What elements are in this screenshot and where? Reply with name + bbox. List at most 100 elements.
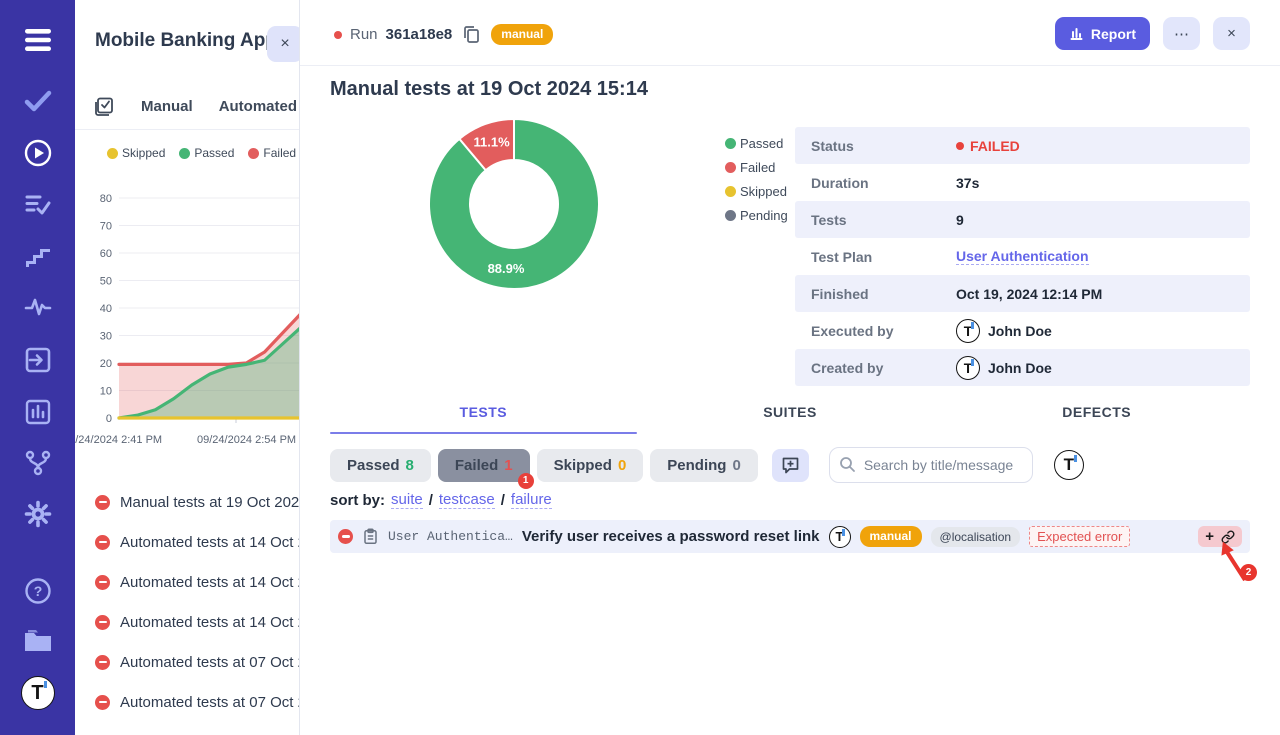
legend-pending[interactable]: Pending — [725, 208, 788, 223]
filter-row: Passed8 Failed1 1 Skipped0 Pending0 T — [330, 447, 1084, 483]
detail-row-test-plan: Test Plan User Authentication — [795, 238, 1250, 275]
avatar: T — [829, 526, 851, 548]
runs-list: Manual tests at 19 Oct 2024 Automated te… — [75, 482, 299, 722]
test-plan-link[interactable]: User Authentication — [956, 248, 1089, 265]
legend-failed[interactable]: Failed — [725, 160, 788, 175]
status-badge: FAILED — [956, 138, 1020, 154]
run-list-item[interactable]: Automated tests at 14 Oct 2024 — [75, 562, 299, 602]
run-list-item[interactable]: Manual tests at 19 Oct 2024 — [75, 482, 299, 522]
detail-row-status: Status FAILED — [795, 127, 1250, 164]
test-tag[interactable]: @localisation — [931, 527, 1021, 547]
run-list-item[interactable]: Automated tests at 14 Oct 2024 — [75, 602, 299, 642]
git-branch-icon[interactable] — [24, 449, 52, 477]
run-list-item[interactable]: Automated tests at 14 Oct 2024 — [75, 522, 299, 562]
passed-dot — [179, 148, 190, 159]
bar-chart-icon[interactable] — [24, 398, 52, 426]
user-avatar[interactable]: T — [1054, 450, 1084, 480]
svg-text:11.1%: 11.1% — [474, 134, 511, 149]
svg-text:?: ? — [33, 583, 42, 599]
menu-icon[interactable] — [23, 27, 53, 53]
expected-error-badge[interactable]: Expected error — [1029, 526, 1130, 547]
test-title[interactable]: Verify user receives a password reset li… — [522, 528, 820, 545]
avatar: T — [956, 356, 980, 380]
legend-passed[interactable]: Passed — [725, 136, 788, 151]
gear-icon[interactable] — [24, 500, 52, 528]
run-list-item[interactable]: Automated tests at 07 Oct 2024 — [75, 642, 299, 682]
run-label: Run — [350, 26, 378, 43]
suite-name[interactable]: User Authentica… — [388, 529, 513, 544]
project-title: Mobile Banking App — [95, 30, 277, 52]
test-row[interactable]: User Authentica… Verify user receives a … — [330, 520, 1250, 553]
section-tabs: TESTS SUITES DEFECTS — [330, 404, 1250, 434]
failed-dot — [248, 148, 259, 159]
steps-icon[interactable] — [24, 243, 52, 269]
tab-automated[interactable]: Automated — [219, 98, 297, 115]
search-input[interactable] — [829, 447, 1033, 483]
sign-in-icon[interactable] — [24, 346, 52, 374]
play-circle-icon[interactable] — [24, 139, 52, 167]
failed-status-icon — [95, 495, 110, 510]
legend-skipped[interactable]: Skipped — [725, 184, 788, 199]
tab-manual[interactable]: Manual — [141, 98, 193, 115]
comment-filter-button[interactable] — [772, 449, 809, 482]
help-circle-icon[interactable]: ? — [24, 577, 52, 605]
legend-failed: Failed — [248, 146, 296, 160]
panel-close-button[interactable]: × — [267, 26, 300, 62]
svg-text:70: 70 — [100, 221, 112, 233]
svg-text:20: 20 — [100, 358, 112, 370]
report-button[interactable]: Report — [1055, 17, 1150, 50]
sort-failure-link[interactable]: failure — [511, 491, 552, 509]
tab-suites[interactable]: SUITES — [637, 404, 944, 434]
copy-icon[interactable] — [460, 25, 483, 44]
testomat-logo[interactable]: T — [21, 676, 55, 710]
run-type-badge: manual — [491, 24, 553, 45]
legend-passed: Passed — [179, 146, 234, 160]
close-run-button[interactable]: × — [1213, 17, 1250, 50]
failed-status-icon — [338, 529, 353, 544]
runs-select-icon[interactable] — [93, 96, 115, 118]
svg-text:88.9%: 88.9% — [488, 261, 525, 276]
svg-text:0: 0 — [106, 413, 112, 425]
svg-text:30: 30 — [100, 331, 112, 343]
list-checks-icon[interactable] — [24, 192, 52, 218]
filter-passed-button[interactable]: Passed8 — [330, 449, 431, 482]
run-meta: Run 361a18e8 manual — [334, 24, 553, 45]
run-header: Run 361a18e8 manual Report ⋯ × — [300, 0, 1280, 66]
detail-row-duration: Duration 37s — [795, 164, 1250, 201]
failed-status-icon — [95, 655, 110, 670]
filter-pending-button[interactable]: Pending0 — [650, 449, 758, 482]
tab-tests[interactable]: TESTS — [330, 404, 637, 434]
detail-row-finished: Finished Oct 19, 2024 12:14 PM — [795, 275, 1250, 312]
sort-testcase-link[interactable]: testcase — [439, 491, 495, 509]
activity-icon[interactable] — [24, 295, 52, 319]
filter-failed-button[interactable]: Failed1 1 — [438, 449, 530, 482]
tab-defects[interactable]: DEFECTS — [943, 404, 1250, 434]
folder-icon[interactable] — [23, 628, 53, 654]
sort-suite-link[interactable]: suite — [391, 491, 423, 509]
results-donut-chart: 88.9% 11.1% — [414, 104, 614, 304]
detail-row-executed-by: Executed by TJohn Doe — [795, 312, 1250, 349]
header-actions: Report ⋯ × — [1055, 17, 1250, 50]
project-panel: Mobile Banking App × Manual Automated Sk… — [75, 0, 300, 735]
run-id: 361a18e8 — [386, 26, 453, 43]
run-list-item[interactable]: Automated tests at 07 Oct 2024 — [75, 682, 299, 722]
svg-text:50: 50 — [100, 276, 112, 288]
donut-legend: Passed Failed Skipped Pending — [725, 136, 788, 223]
skipped-dot — [725, 186, 736, 197]
x-label-1: 09/24/2024 2:41 PM — [75, 434, 162, 446]
more-button[interactable]: ⋯ — [1163, 17, 1200, 50]
run-status-dot — [334, 31, 342, 39]
legend-skipped: Skipped — [107, 146, 165, 160]
failed-dot — [956, 142, 964, 150]
check-icon[interactable] — [24, 89, 52, 113]
filter-skipped-button[interactable]: Skipped0 — [537, 449, 644, 482]
detail-row-created-by: Created by TJohn Doe — [795, 349, 1250, 386]
run-details-table: Status FAILED Duration 37s Tests 9 Test … — [795, 127, 1250, 386]
failed-status-icon — [95, 535, 110, 550]
run-detail: Run 361a18e8 manual Report ⋯ × Manual te… — [300, 0, 1280, 735]
svg-text:80: 80 — [100, 193, 112, 205]
failed-status-icon — [95, 575, 110, 590]
test-type-badge: manual — [860, 526, 922, 547]
failed-count-badge: 1 — [518, 473, 534, 489]
svg-text:60: 60 — [100, 248, 112, 260]
